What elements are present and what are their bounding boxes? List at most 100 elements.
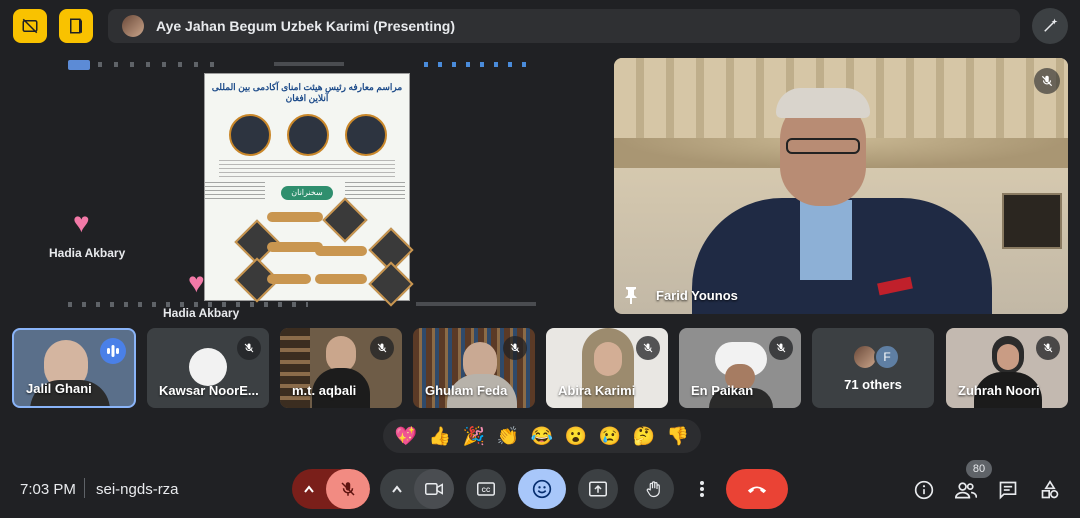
footer-divider: [84, 478, 85, 498]
present-screen-button[interactable]: [578, 469, 618, 509]
mic-off-icon: [510, 343, 520, 353]
others-tile[interactable]: F 71 others: [812, 328, 934, 408]
participant-tile[interactable]: En Paikan: [679, 328, 801, 408]
poster-heading: مراسم معارفه رئیس هیئت امنای آکادمی بین …: [211, 82, 403, 103]
shared-tab-indicator: [68, 60, 90, 70]
clapping-emoji-button[interactable]: 👏: [493, 426, 523, 447]
poster-speaker-frame: [322, 197, 368, 243]
mic-off-indicator: [636, 336, 660, 360]
participant-tile[interactable]: Abira Karimi: [546, 328, 668, 408]
shared-window-title: [274, 62, 344, 66]
mic-off-icon: [643, 343, 653, 353]
layout-button[interactable]: [59, 9, 93, 43]
participant-name: Ghulam Feda: [425, 383, 508, 398]
participant-name: Zuhrah Noori: [958, 383, 1040, 398]
participant-video: [326, 336, 356, 372]
emoji-reaction-bar: 💖 👍 🎉 👏 😂 😮 😢 🤔 👎: [383, 419, 701, 453]
poster-photo: [229, 114, 271, 156]
info-icon: [914, 480, 934, 500]
laughing-emoji-button[interactable]: 😂: [527, 426, 557, 447]
participant-tile[interactable]: Kawsar NoorE...: [147, 328, 269, 408]
speaking-indicator: [100, 338, 126, 364]
mic-control-group: [292, 469, 370, 509]
crying-emoji-button[interactable]: 😢: [595, 426, 625, 447]
participant-avatar: [189, 348, 227, 386]
mic-off-icon: [776, 343, 786, 353]
participant-video: [997, 344, 1019, 370]
hide-self-view-button[interactable]: [13, 9, 47, 43]
mic-off-icon: [244, 343, 254, 353]
activities-shapes-icon: [1041, 480, 1059, 499]
thumbs-down-emoji-button[interactable]: 👎: [663, 426, 693, 447]
mic-off-indicator: [237, 336, 261, 360]
door-icon: [70, 18, 82, 34]
shared-toolbar-icons: [98, 62, 218, 67]
mic-off-icon: [341, 482, 355, 496]
mic-toggle-button[interactable]: [326, 469, 370, 509]
party-popper-emoji-button[interactable]: 🎉: [459, 426, 489, 447]
audio-bars-icon: [107, 345, 119, 357]
chat-button[interactable]: [990, 472, 1026, 508]
main-speaker-tile[interactable]: Farid Younos: [614, 58, 1068, 314]
captions-button[interactable]: CC: [466, 469, 506, 509]
presenter-label: Aye Jahan Begum Uzbek Karimi (Presenting…: [156, 18, 456, 34]
participant-name: Abira Karimi: [558, 383, 636, 398]
mic-off-indicator: [370, 336, 394, 360]
chevron-up-icon: [392, 485, 402, 493]
magic-wand-icon: [1044, 18, 1058, 32]
mic-off-indicator: [1036, 336, 1060, 360]
main-speaker-name: Farid Younos: [656, 288, 738, 303]
heart-reaction-icon: ♥: [188, 267, 205, 298]
poster-band: سخنرانان: [281, 186, 333, 200]
effects-button[interactable]: [1032, 8, 1068, 44]
participant-tile[interactable]: Ghulam Feda: [413, 328, 535, 408]
poster-speaker-frame: [368, 261, 414, 307]
poster-info-lines: [345, 182, 405, 200]
camera-control-group: [380, 469, 454, 509]
activities-button[interactable]: [1032, 472, 1068, 508]
shared-poster: مراسم معارفه رئیس هیئت امنای آکادمی بین …: [204, 73, 414, 307]
smiley-icon: [532, 479, 552, 499]
participant-tile[interactable]: m.t. aqbali: [280, 328, 402, 408]
reaction-sender-name: Hadia Akbary: [163, 306, 240, 320]
participant-tile[interactable]: Jalil Ghani: [12, 328, 136, 408]
hang-up-icon: [747, 486, 767, 494]
presenter-bar[interactable]: Aye Jahan Begum Uzbek Karimi (Presenting…: [108, 9, 1020, 43]
thinking-emoji-button[interactable]: 🤔: [629, 426, 659, 447]
participant-tile[interactable]: Zuhrah Noori: [946, 328, 1068, 408]
pin-icon[interactable]: [624, 286, 638, 304]
chat-icon: [999, 481, 1017, 500]
camera-options-button[interactable]: [380, 469, 414, 509]
camera-toggle-button[interactable]: [414, 469, 454, 509]
mic-off-icon: [1043, 343, 1053, 353]
participant-name: En Paikan: [691, 383, 754, 398]
more-options-button[interactable]: [688, 469, 716, 509]
participant-video: [594, 342, 622, 376]
present-screen-icon: [589, 481, 607, 497]
camera-grid-off-icon: [22, 18, 38, 34]
speaker-glasses: [786, 138, 860, 154]
svg-text:CC: CC: [482, 488, 491, 494]
emoji-reactions-button[interactable]: [518, 469, 566, 509]
mic-options-button[interactable]: [292, 469, 326, 509]
shared-zoom-bar: [416, 302, 536, 306]
heart-reaction-icon: ♥: [73, 207, 90, 238]
participant-name: m.t. aqbali: [292, 383, 357, 398]
poster-name-pill: [267, 274, 311, 284]
participant-count-badge: 80: [966, 460, 992, 478]
sparkling-heart-emoji-button[interactable]: 💖: [391, 426, 421, 447]
mic-off-indicator: [503, 336, 527, 360]
chevron-up-icon: [304, 485, 314, 493]
poster-photo: [345, 114, 387, 156]
participant-name: Jalil Ghani: [26, 381, 92, 396]
poster-date-lines: [205, 182, 265, 200]
raise-hand-button[interactable]: [634, 469, 674, 509]
video-camera-icon: [425, 483, 443, 495]
thumbs-up-emoji-button[interactable]: 👍: [425, 426, 455, 447]
surprised-emoji-button[interactable]: 😮: [561, 426, 591, 447]
others-count-label: 71 others: [844, 377, 902, 392]
meeting-details-button[interactable]: [906, 472, 942, 508]
raise-hand-icon: [646, 481, 660, 498]
leave-call-button[interactable]: [726, 469, 788, 509]
poster-name-pill: [315, 274, 367, 284]
